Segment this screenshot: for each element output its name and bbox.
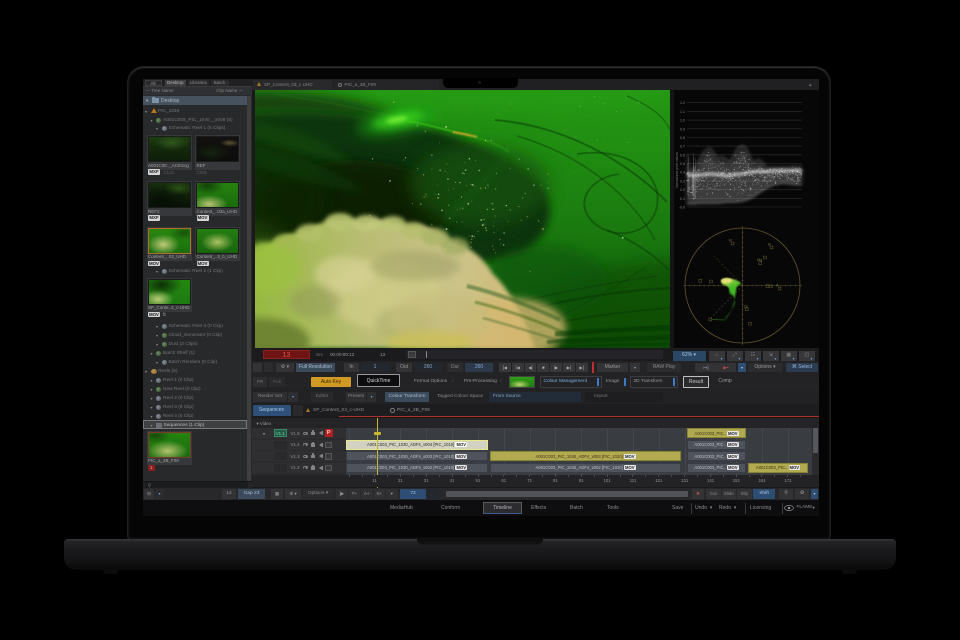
svg-text:R: R xyxy=(729,239,732,243)
svg-text:Mg: Mg xyxy=(757,258,762,262)
svg-text:Cy: Cy xyxy=(744,304,749,308)
